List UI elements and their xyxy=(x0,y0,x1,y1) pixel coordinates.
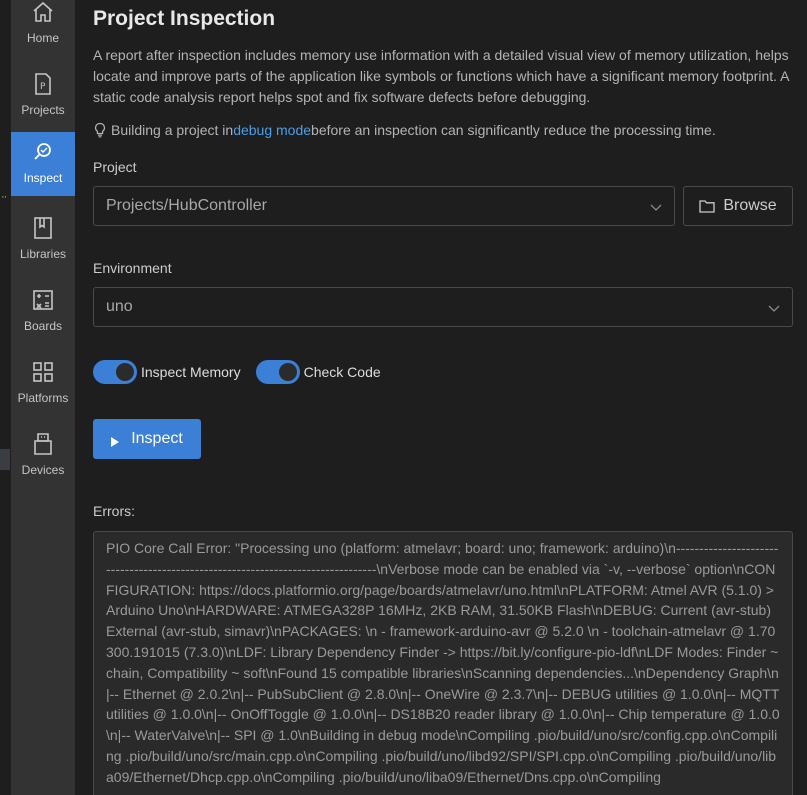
nav-item-inspect[interactable]: Inspect xyxy=(11,132,75,196)
errors-text: PIO Core Call Error: "Processing uno (pl… xyxy=(106,540,780,785)
nav-label-inspect: Inspect xyxy=(23,171,63,185)
check-code-label: Check Code xyxy=(303,364,381,380)
nav-item-home[interactable]: Home xyxy=(11,0,75,56)
nav-label-projects: Projects xyxy=(21,103,65,117)
toggle-knob xyxy=(278,363,297,381)
environment-label: Environment xyxy=(93,260,172,276)
nav-label-libraries: Libraries xyxy=(19,247,67,261)
project-label: Project xyxy=(93,159,137,175)
nav-label-boards: Boards xyxy=(23,319,63,333)
browse-button[interactable]: Browse xyxy=(683,186,793,226)
nav-item-libraries[interactable]: Libraries xyxy=(11,208,75,272)
chevron-down-icon xyxy=(650,200,662,212)
panel-marker xyxy=(0,449,10,470)
play-icon xyxy=(111,434,120,447)
nav-label-platforms: Platforms xyxy=(17,391,69,405)
inspect-button[interactable]: Inspect xyxy=(93,419,201,459)
nav-item-projects[interactable]: P Projects xyxy=(11,64,75,128)
nav-label-devices: Devices xyxy=(21,463,65,477)
inspect-button-label: Inspect xyxy=(131,430,183,447)
check-code-toggle[interactable] xyxy=(255,360,300,384)
devices-icon xyxy=(31,432,55,456)
boards-icon xyxy=(31,288,55,312)
nav-item-boards[interactable]: Boards xyxy=(11,280,75,344)
projects-icon: P xyxy=(31,72,55,96)
nav-item-devices[interactable]: Devices xyxy=(11,424,75,488)
sidebar-nav: Home P Projects Inspect Libraries Boards… xyxy=(11,0,75,795)
tip-line: Building a project in debug mode before … xyxy=(93,122,716,138)
toggle-knob xyxy=(116,363,134,381)
platforms-icon xyxy=(31,360,55,384)
errors-label: Errors: xyxy=(93,503,135,519)
page-title: Project Inspection xyxy=(93,7,276,30)
chevron-down-icon xyxy=(768,301,780,313)
environment-select[interactable]: uno xyxy=(93,287,793,327)
tip-text-after: before an inspection can significantly r… xyxy=(311,122,716,138)
svg-text:P: P xyxy=(40,82,46,92)
lightbulb-icon xyxy=(93,122,107,138)
left-edge-strip: ·· xyxy=(0,0,11,795)
more-dots-icon[interactable]: ·· xyxy=(1,191,7,203)
project-select-value: Projects/HubController xyxy=(106,197,267,214)
home-icon xyxy=(31,0,55,24)
tip-text-before: Building a project in xyxy=(111,122,234,138)
folder-icon xyxy=(699,199,715,213)
inspect-icon xyxy=(31,140,55,164)
nav-label-home: Home xyxy=(26,31,59,45)
toggle-row: Inspect Memory Check Code xyxy=(93,360,396,384)
libraries-icon xyxy=(31,216,55,240)
inspect-memory-label: Inspect Memory xyxy=(141,364,241,380)
debug-mode-link[interactable]: debug mode xyxy=(233,122,311,138)
nav-item-platforms[interactable]: Platforms xyxy=(11,352,75,416)
inspect-memory-toggle[interactable] xyxy=(93,360,137,384)
browse-label: Browse xyxy=(723,197,777,214)
errors-output[interactable]: PIO Core Call Error: "Processing uno (pl… xyxy=(93,531,793,795)
page-description: A report after inspection includes memor… xyxy=(93,47,789,105)
environment-select-value: uno xyxy=(106,298,133,315)
project-select[interactable]: Projects/HubController xyxy=(93,186,675,226)
